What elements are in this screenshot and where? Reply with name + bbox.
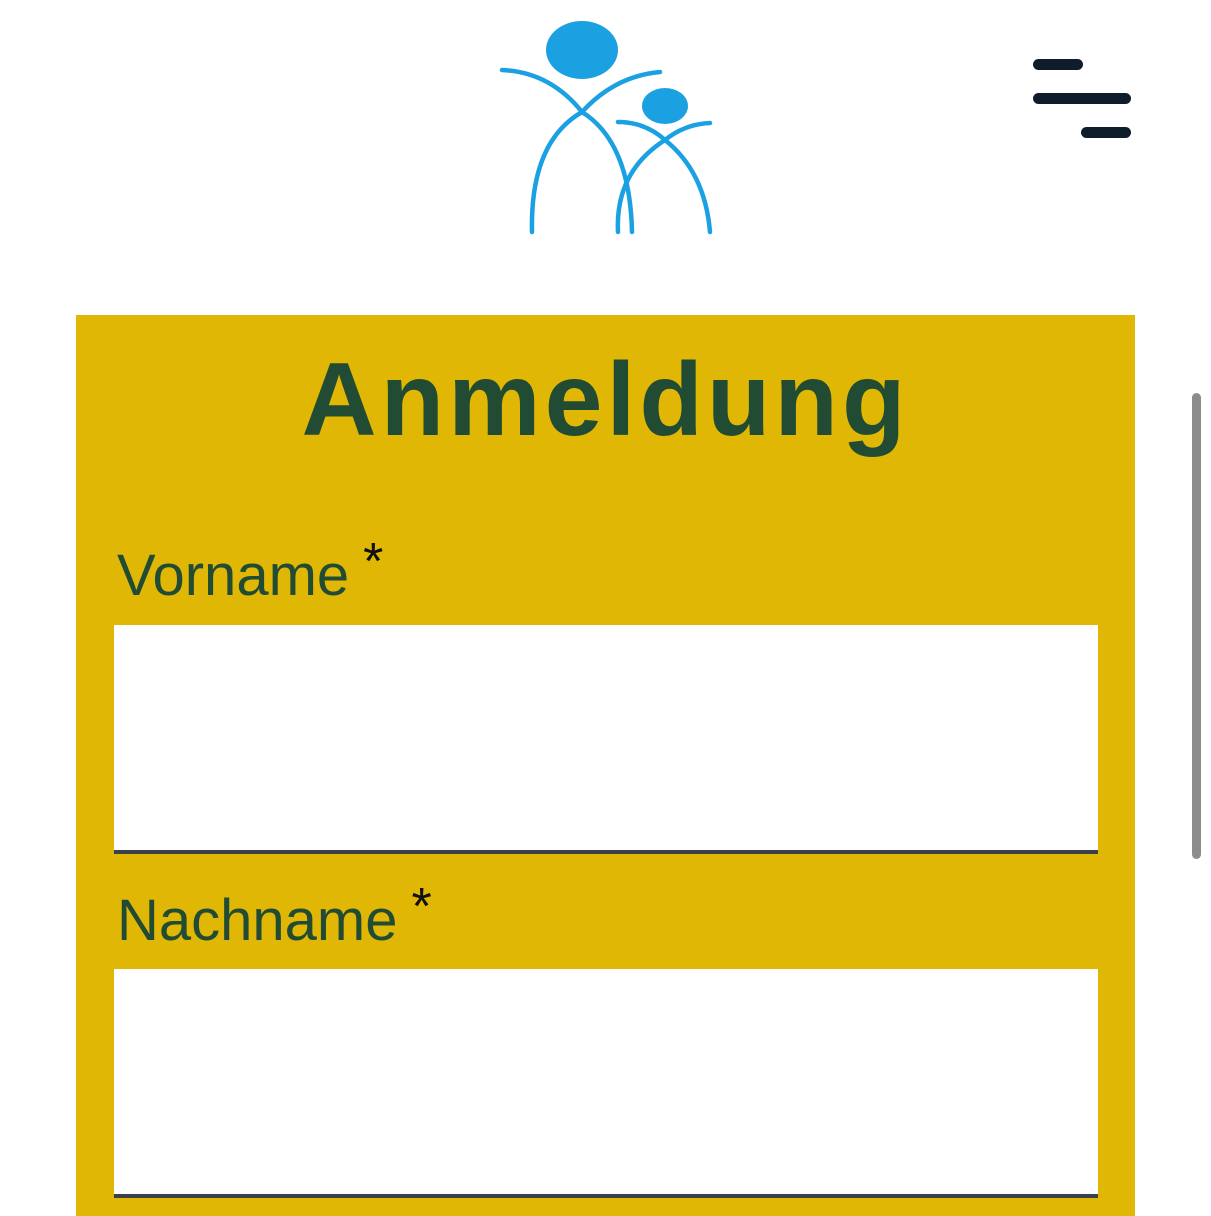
parent-child-figures-logo-icon[interactable] (490, 12, 722, 244)
vorname-label: Vorname * (117, 533, 383, 613)
vorname-input[interactable] (114, 625, 1098, 854)
form-title: Anmeldung (301, 342, 910, 458)
required-marker: * (363, 533, 384, 591)
scrollbar-thumb[interactable] (1192, 393, 1201, 859)
hamburger-menu-button[interactable] (1028, 52, 1138, 144)
site-header (0, 0, 1211, 300)
nachname-label-text: Nachname (117, 888, 398, 953)
menu-bar-middle (1033, 93, 1131, 104)
vorname-label-text: Vorname (117, 543, 350, 608)
menu-bar-top (1033, 59, 1083, 70)
nachname-input[interactable] (114, 969, 1098, 1198)
menu-bar-bottom (1081, 127, 1131, 138)
required-marker: * (411, 878, 432, 936)
nachname-label: Nachname * (117, 878, 432, 958)
